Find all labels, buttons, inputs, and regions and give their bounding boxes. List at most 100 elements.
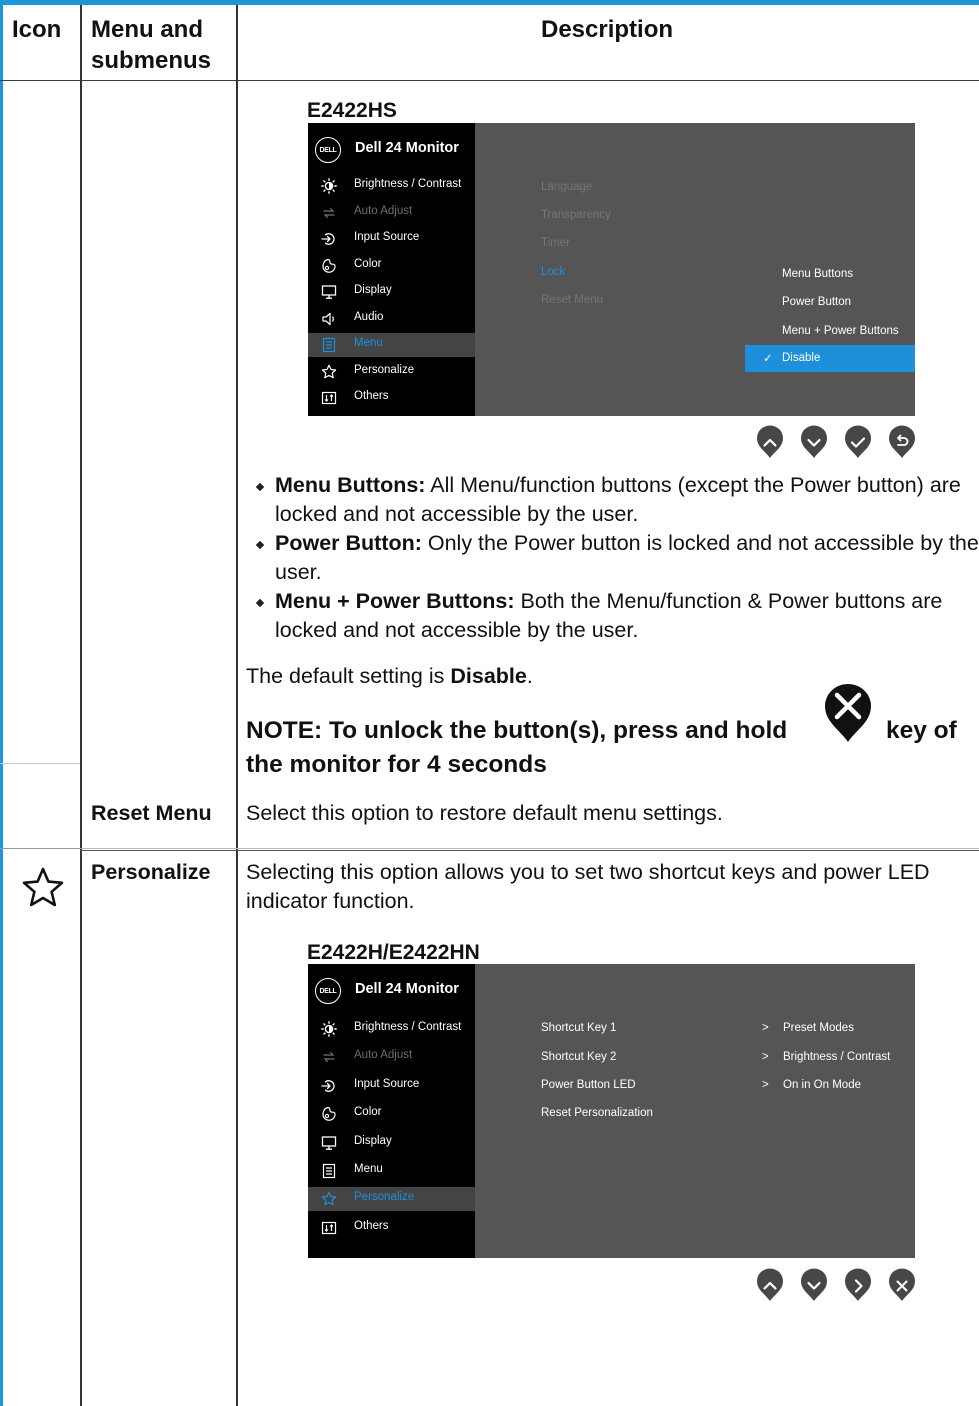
row-divider-lock-left — [0, 848, 82, 849]
osd-title: Dell 24 Monitor — [355, 981, 459, 997]
osd-menu-label: Input Source — [354, 1077, 420, 1090]
osd-menu-item[interactable]: Brightness / Contrast — [308, 1017, 475, 1041]
osd-submenu-item[interactable]: Shortcut Key 2 — [541, 1051, 616, 1063]
personalize-description: Selecting this option allows you to set … — [246, 860, 930, 913]
right-icon[interactable] — [843, 1268, 873, 1302]
osd-submenu-item[interactable]: Shortcut Key 1 — [541, 1022, 616, 1034]
osd-menu-item[interactable]: Display — [308, 1131, 475, 1155]
header-description: Description — [541, 16, 674, 43]
osd-menu-item[interactable]: Others — [308, 386, 475, 410]
osd-menu-label: Personalize — [354, 363, 415, 376]
osd-menu-label: Color — [354, 1106, 382, 1119]
column-divider-menu — [236, 5, 238, 1406]
personalize-icon — [321, 1191, 337, 1207]
osd-value[interactable]: Preset Modes — [783, 1022, 854, 1034]
display-icon — [321, 284, 337, 300]
osd-submenu-item[interactable]: Transparency — [541, 209, 611, 221]
check-icon[interactable] — [843, 425, 873, 459]
osd-submenu-item[interactable]: Reset Menu — [541, 294, 603, 306]
osd-title: Dell 24 Monitor — [355, 140, 459, 156]
input-source-icon — [321, 1078, 337, 1094]
table-top-border — [0, 0, 979, 5]
osd-menu-item[interactable]: Color — [308, 1102, 475, 1126]
osd-value-arrow: > — [762, 1079, 769, 1091]
osd-screen-lock: DELL Dell 24 Monitor Brightness / Contra… — [308, 123, 915, 416]
osd-menu-item[interactable]: Personalize — [308, 1187, 475, 1212]
auto-adjust-icon — [321, 1049, 337, 1065]
osd-menu-label: Menu — [354, 337, 383, 349]
row-divider-icon-faint — [0, 763, 80, 764]
osd-submenu-item[interactable]: Reset Personalization — [541, 1107, 653, 1119]
personalize-icon — [321, 364, 337, 380]
osd-menu-item[interactable]: Auto Adjust — [308, 1045, 475, 1069]
down-icon[interactable] — [799, 425, 829, 459]
osd-menu-label: Menu — [354, 1163, 383, 1175]
osd-menu-label: Audio — [354, 310, 384, 323]
osd-value[interactable]: Brightness / Contrast — [783, 1051, 890, 1063]
osd-menu-label: Others — [354, 1219, 389, 1232]
up-icon[interactable] — [755, 1268, 785, 1302]
osd-menu-label: Brightness / Contrast — [354, 1021, 462, 1033]
osd-menu-label: Auto Adjust — [354, 204, 413, 217]
close-icon[interactable] — [887, 1268, 917, 1302]
reset-menu-label: Reset Menu — [91, 801, 212, 825]
audio-icon — [321, 311, 337, 327]
down-icon[interactable] — [799, 1268, 829, 1302]
list-item: Menu Buttons: All Menu/function buttons … — [253, 471, 979, 529]
header-divider — [0, 80, 979, 81]
brightness-icon — [321, 1021, 337, 1037]
osd-menu-item[interactable]: Menu — [308, 1159, 475, 1183]
check-icon: ✓ — [763, 353, 773, 365]
lock-options-list: Menu Buttons: All Menu/function buttons … — [253, 471, 979, 645]
back-icon[interactable] — [887, 425, 917, 459]
close-key-icon — [825, 684, 871, 742]
brightness-icon — [321, 178, 337, 194]
osd-menu-label: Display — [354, 284, 392, 296]
osd-menu-item[interactable]: Auto Adjust — [308, 201, 475, 225]
osd-menu-item[interactable]: Brightness / Contrast — [308, 174, 475, 198]
osd-submenu-item[interactable]: Language — [541, 181, 592, 193]
up-icon[interactable] — [755, 425, 785, 459]
menu-icon — [321, 337, 337, 353]
list-item: Power Button: Only the Power button is l… — [253, 529, 979, 587]
osd-menu-item[interactable]: Audio — [308, 307, 475, 331]
osd-menu-item[interactable]: Input Source — [308, 1074, 475, 1098]
personalize-label: Personalize — [91, 860, 211, 884]
osd-screen-personalize: DELL Dell 24 Monitor Brightness / Contra… — [308, 964, 915, 1258]
osd-value-arrow: > — [762, 1022, 769, 1034]
others-icon — [321, 1220, 337, 1236]
osd-menu-item[interactable]: Color — [308, 254, 475, 278]
osd-menu-label: Personalize — [354, 1191, 415, 1204]
osd-submenu-item-selected[interactable]: Lock — [541, 266, 565, 278]
osd-menu-item[interactable]: Others — [308, 1216, 475, 1240]
osd-menu-item[interactable]: Personalize — [308, 360, 475, 384]
osd-menu-item[interactable]: Display — [308, 280, 475, 304]
column-divider-icon — [80, 5, 82, 1406]
note-line-2: the monitor for 4 seconds — [246, 751, 547, 778]
input-source-icon — [321, 231, 337, 247]
osd-menu-label: Input Source — [354, 231, 420, 243]
reset-menu-description: Select this option to restore default me… — [246, 801, 723, 825]
star-icon — [22, 867, 64, 907]
list-item: Menu + Power Buttons: Both the Menu/func… — [253, 587, 979, 645]
osd-menu-item[interactable]: Input Source — [308, 227, 475, 251]
dell-logo: DELL — [315, 978, 341, 1004]
default-setting-text: The default setting is Disable. — [246, 664, 533, 688]
others-icon — [321, 390, 337, 406]
osd-option[interactable]: Power Button — [782, 296, 851, 308]
osd-option[interactable]: Menu Buttons — [782, 268, 853, 280]
osd-menu-item[interactable]: Menu — [308, 333, 475, 357]
osd-submenu-item[interactable]: Timer — [541, 237, 570, 249]
osd-model-label: E2422HS — [307, 99, 397, 122]
dell-logo: DELL — [315, 137, 341, 163]
osd-value[interactable]: On in On Mode — [783, 1079, 861, 1091]
osd-menu-label: Color — [354, 257, 382, 270]
osd-submenu-item[interactable]: Power Button LED — [541, 1079, 636, 1091]
osd-option[interactable]: Menu + Power Buttons — [782, 325, 899, 337]
header-menu: Menu and submenus — [91, 16, 212, 74]
osd-option-label: Disable — [782, 352, 821, 364]
osd-menu-label: Display — [354, 1134, 392, 1147]
auto-adjust-icon — [321, 205, 337, 221]
osd-option-selected[interactable]: ✓ Disable — [745, 345, 915, 372]
note-line-1: NOTE: To unlock the button(s), press and… — [246, 717, 788, 744]
